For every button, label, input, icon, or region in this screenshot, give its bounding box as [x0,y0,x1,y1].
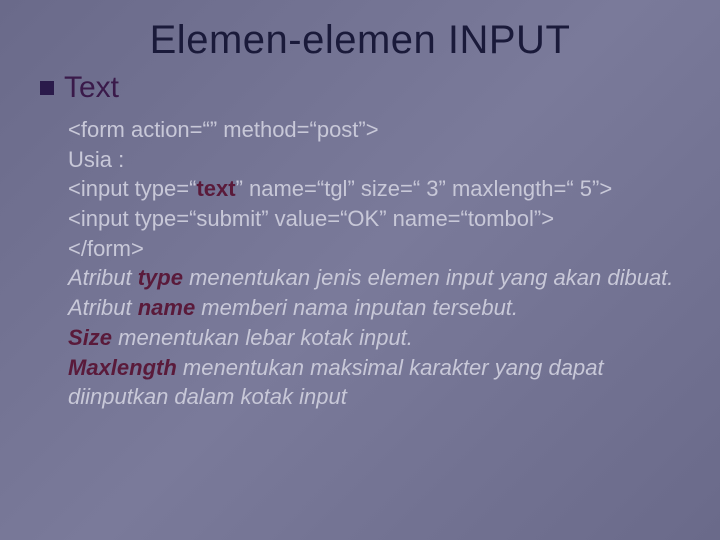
slide-subtitle: Text [64,71,119,105]
bullet-icon [40,81,54,95]
desc-text: menentukan jenis elemen input yang akan … [183,265,673,290]
desc-line-4: Maxlength menentukan maksimal karakter y… [68,353,680,412]
code-line-5: </form> [68,234,680,264]
slide-title: Elemen-elemen INPUT [40,18,680,63]
subtitle-row: Text [40,71,680,105]
keyword-maxlength: Maxlength [68,355,177,380]
slide-content: <form action=“” method=“post”> Usia : <i… [40,115,680,412]
code-line-3: <input type=“text” name=“tgl” size=“ 3” … [68,174,680,204]
slide: Elemen-elemen INPUT Text <form action=“”… [0,0,720,540]
code-text: ” name=“tgl” size=“ 3” maxlength=“ 5”> [236,176,613,201]
desc-text: memberi nama inputan tersebut. [195,295,518,320]
desc-text: Atribut [68,295,138,320]
keyword-name: name [138,295,195,320]
desc-line-3: Size menentukan lebar kotak input. [68,323,680,353]
code-text: <input type=“ [68,176,196,201]
keyword-size: ize [83,325,112,350]
desc-text: menentukan lebar kotak input. [112,325,413,350]
code-line-4: <input type=“submit” value=“OK” name=“to… [68,204,680,234]
keyword-text: text [196,176,235,201]
keyword-size-s: S [68,325,83,350]
desc-line-2: Atribut name memberi nama inputan terseb… [68,293,680,323]
desc-line-1: Atribut type menentukan jenis elemen inp… [68,263,680,293]
desc-text: Atribut [68,265,138,290]
keyword-type: type [138,265,183,290]
code-line-1: <form action=“” method=“post”> [68,115,680,145]
code-line-2: Usia : [68,145,680,175]
